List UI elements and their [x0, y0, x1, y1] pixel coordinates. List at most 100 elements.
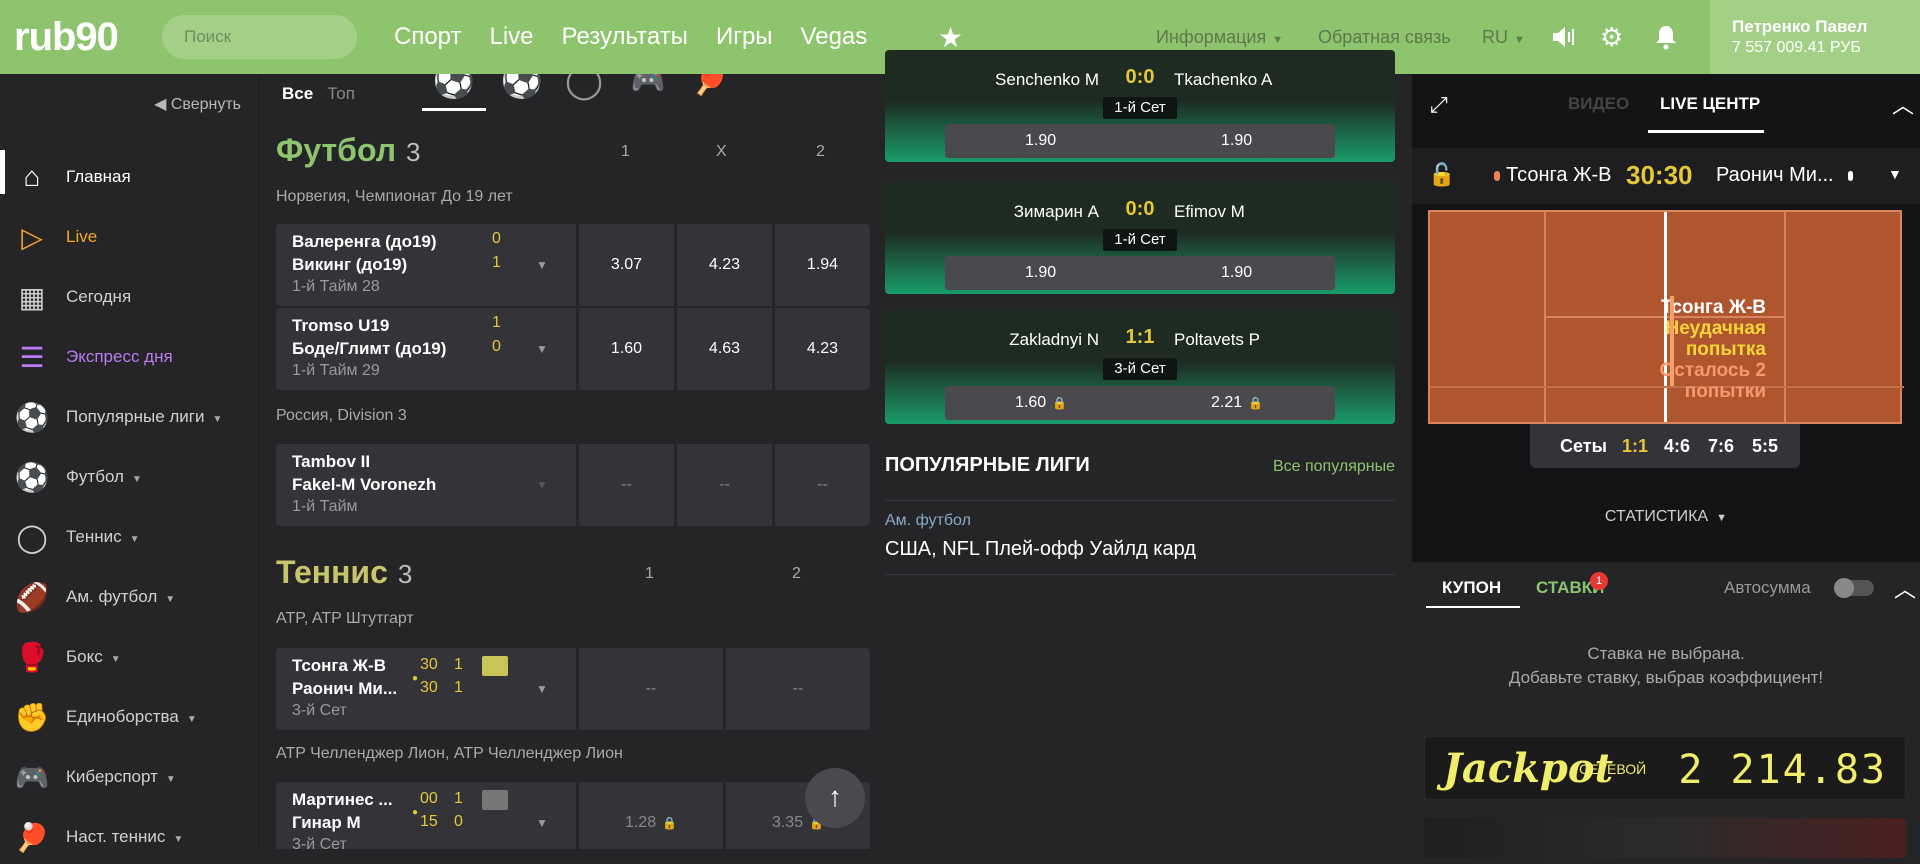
odd-1[interactable]: 1.90: [1025, 124, 1056, 158]
live-card[interactable]: Zakladnyi N 1:1 Poltavets P 3-й Сет 1.60…: [885, 310, 1395, 424]
scoreboard-icon[interactable]: [482, 790, 508, 810]
sidebar-item-label-group: Популярные лиги ▼: [66, 407, 222, 427]
sidebar-item[interactable]: ☰ Экспресс дня: [0, 330, 260, 384]
odd-1: --: [576, 648, 723, 730]
team-home: Tambov II: [292, 452, 371, 471]
filter-tab-soccer-icon[interactable]: ⚽: [422, 74, 486, 111]
sidebar-item[interactable]: ▦ Сегодня: [0, 270, 260, 324]
tab-coupon[interactable]: КУПОН: [1442, 578, 1501, 598]
filter-top[interactable]: Топ: [327, 84, 355, 104]
filter-all[interactable]: Все: [282, 84, 313, 104]
sets-label: Сеты: [1560, 436, 1607, 456]
odd-2[interactable]: 1.90: [1221, 256, 1252, 290]
sidebar-item[interactable]: 🎮 Киберспорт ▼: [0, 750, 260, 804]
search-input[interactable]: Поиск: [162, 15, 357, 59]
col-header-1: 1: [645, 565, 654, 582]
chevron-down-icon: ▼: [186, 714, 197, 725]
popular-leagues-title: ПОПУЛЯРНЫЕ ЛИГИ: [885, 454, 1090, 476]
odd-1[interactable]: 1.60: [576, 308, 674, 390]
filter-tab-table-tennis-icon[interactable]: 🏓: [678, 74, 742, 110]
expand-icon[interactable]: ⤢: [1430, 92, 1448, 118]
odd-2[interactable]: 1.94: [772, 224, 870, 306]
tab-live-center[interactable]: LIVE ЦЕНТР: [1660, 94, 1760, 114]
sidebar-item[interactable]: 🏈 Ам. футбол ▼: [0, 570, 260, 624]
sound-icon[interactable]: [1550, 24, 1576, 54]
match-row[interactable]: Tromso U19 Боде/Глимт (до19) 1-й Тайм 29…: [276, 308, 870, 390]
expand-chevron-icon[interactable]: ▼: [536, 816, 548, 830]
sidebar-item[interactable]: 🥊 Бокс ▼: [0, 630, 260, 684]
nav-results[interactable]: Результаты: [562, 0, 688, 74]
all-popular-link[interactable]: Все популярные: [1273, 458, 1395, 476]
settings-gear-icon[interactable]: ⚙: [1600, 24, 1623, 50]
match-info: Tromso U19 Боде/Глимт (до19) 1-й Тайм 29: [276, 308, 576, 390]
live-card[interactable]: Зимарин А 0:0 Efimov M 1-й Сет 1.90 1.90: [885, 182, 1395, 294]
odd-2[interactable]: 1.90: [1221, 124, 1252, 158]
right-panel: ⤢ ВИДЕО LIVE ЦЕНТР ︿ 🔓 Тсонга Ж-В 30:30 …: [1412, 74, 1920, 858]
player-2: Poltavets P: [1174, 330, 1260, 349]
court-msg-line: попытки: [1684, 381, 1766, 402]
filter-tab-tennis-icon[interactable]: ◯: [552, 74, 616, 110]
live-card[interactable]: Senchenko M 0:0 Tkachenko A 1-й Сет 1.90…: [885, 50, 1395, 162]
filter-tab-esports-icon[interactable]: 🎮: [616, 74, 680, 110]
sidebar-item-label: Теннис: [66, 527, 122, 546]
logo[interactable]: rub90: [14, 12, 119, 62]
sidebar-item[interactable]: ⚽ Футбол ▼: [0, 450, 260, 504]
court-msg-line: Осталось 2: [1659, 360, 1767, 381]
live-match-header[interactable]: 🔓 Тсонга Ж-В 30:30 Раонич Ми... ▼: [1412, 148, 1920, 204]
nav-games[interactable]: Игры: [716, 0, 773, 74]
odd-1[interactable]: 1.90: [1025, 256, 1056, 290]
autosum-toggle[interactable]: [1834, 578, 1874, 598]
promo-banner[interactable]: [1424, 818, 1906, 858]
language-select[interactable]: RU ▼: [1482, 0, 1525, 74]
statistics-toggle[interactable]: СТАТИСТИКА ▼: [1412, 508, 1920, 526]
sidebar-item[interactable]: ✊ Единоборства ▼: [0, 690, 260, 744]
nav-live[interactable]: Live: [490, 0, 534, 74]
unlock-icon[interactable]: 🔓: [1428, 162, 1455, 188]
sidebar-item[interactable]: ▷ Live: [0, 210, 260, 264]
odd-x[interactable]: 4.63: [674, 308, 772, 390]
chevron-down-icon[interactable]: ▼: [1888, 166, 1902, 182]
chevron-down-icon: ▼: [129, 534, 140, 545]
sidebar-item[interactable]: ⚽ Популярные лиги ▼: [0, 390, 260, 444]
match-row[interactable]: Tambov II Fakel-M Voronezh 1-й Тайм ▼ --…: [276, 444, 870, 526]
trophy-icon: ⚽: [14, 401, 50, 433]
sidebar-item[interactable]: ◯ Теннис ▼: [0, 510, 260, 564]
expand-chevron-icon[interactable]: ▼: [536, 478, 548, 492]
scroll-up-button[interactable]: ↑: [805, 768, 865, 828]
notification-bell-icon[interactable]: [1654, 24, 1678, 54]
expand-chevron-icon[interactable]: ▼: [536, 258, 548, 272]
tab-video[interactable]: ВИДЕО: [1568, 94, 1629, 114]
odd-2[interactable]: 4.23: [772, 308, 870, 390]
chevron-up-icon[interactable]: ︿: [1894, 572, 1916, 604]
match-row[interactable]: Мартинес ... Гинар М 3-й Сет 00 1 ● 15 0…: [276, 782, 870, 849]
match-row[interactable]: Тсонга Ж-В Раонич Ми... 3-й Сет 30 1 ● 3…: [276, 648, 870, 730]
score-home: 1: [492, 314, 501, 331]
expand-chevron-icon[interactable]: ▼: [536, 682, 548, 696]
nav-sport[interactable]: Спорт: [394, 0, 462, 74]
odd-value: 2.21: [1211, 394, 1243, 411]
jackpot-banner[interactable]: Jackpot СЕТЕВОЙ 2 214.83: [1424, 736, 1906, 800]
points-2: 15: [420, 813, 438, 830]
match-row[interactable]: Валеренга (до19) Викинг (до19) 1-й Тайм …: [276, 224, 870, 306]
odd-2[interactable]: 2.21 🔒: [1211, 386, 1263, 420]
favorites-star-icon[interactable]: ★: [938, 24, 963, 52]
sidebar-item[interactable]: ⌂ Главная: [0, 150, 260, 204]
active-tab-indicator: [1648, 130, 1764, 133]
match-status: 3-й Сет: [292, 702, 347, 719]
collapse-sidebar-button[interactable]: ◀ Свернуть: [154, 94, 241, 114]
odd-1[interactable]: 1.60 🔒: [1015, 386, 1067, 420]
user-account[interactable]: Петренко Павел 7 557 009.41 РУБ: [1710, 0, 1920, 74]
scoreboard-icon[interactable]: [482, 656, 508, 676]
popular-league-link[interactable]: США, NFL Плей-офф Уайлд кард: [885, 538, 1196, 561]
nav-vegas[interactable]: Vegas: [801, 0, 868, 74]
filter-tab-football-icon[interactable]: ⚽: [490, 74, 554, 110]
live-events-list: Все Топ ⚽ ⚽ ◯ 🎮 🏓 Футбол 3 1 X 2 Норвегия…: [262, 74, 870, 849]
odd-x[interactable]: 4.23: [674, 224, 772, 306]
chevron-down-icon: ▼: [173, 834, 184, 845]
sidebar-item[interactable]: 🏓 Наст. теннис ▼: [0, 810, 260, 864]
chevron-up-icon[interactable]: ︿: [1892, 88, 1914, 120]
odd-1[interactable]: 3.07: [576, 224, 674, 306]
expand-chevron-icon[interactable]: ▼: [536, 342, 548, 356]
active-tab-indicator: [1426, 606, 1520, 608]
user-balance: 7 557 009.41 РУБ: [1732, 39, 1861, 56]
